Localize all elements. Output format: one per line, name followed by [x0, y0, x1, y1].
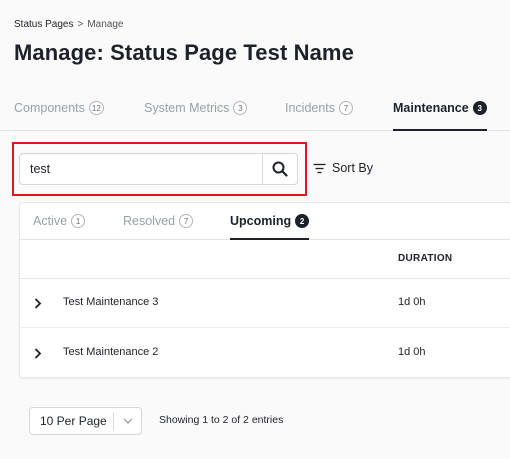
breadcrumb-separator: > — [77, 19, 84, 30]
tab-label: Components — [14, 101, 85, 115]
maintenance-duration: 1d 0h — [398, 346, 426, 358]
tab-label: Upcoming — [230, 214, 292, 228]
search-button[interactable] — [262, 154, 297, 184]
chevron-right-icon[interactable] — [32, 297, 44, 309]
per-page-value: 10 Per Page — [40, 414, 107, 428]
maintenance-card: Active 1 Resolved 7 Upcoming 2 DURATION … — [19, 202, 510, 378]
table-header: DURATION — [20, 240, 510, 279]
sort-lines-icon — [313, 163, 326, 173]
sort-by-label: Sort By — [332, 161, 373, 175]
count-badge: 3 — [472, 101, 487, 115]
tab-incidents[interactable]: Incidents 7 — [285, 100, 354, 130]
table-row[interactable]: Test Maintenance 2 1d 0h — [20, 328, 510, 378]
maintenance-name: Test Maintenance 2 — [63, 346, 159, 358]
tab-components[interactable]: Components 12 — [14, 100, 104, 130]
count-badge: 3 — [233, 101, 248, 115]
chevron-right-icon[interactable] — [32, 347, 44, 359]
count-badge: 7 — [339, 101, 354, 115]
breadcrumb: Status Pages > Manage — [14, 19, 123, 30]
maintenance-name: Test Maintenance 3 — [63, 296, 159, 308]
count-badge: 7 — [179, 214, 194, 228]
pagination-summary: Showing 1 to 2 of 2 entries — [159, 414, 284, 426]
table-row[interactable]: Test Maintenance 3 1d 0h — [20, 278, 510, 328]
maintenance-duration: 1d 0h — [398, 296, 426, 308]
column-header-duration: DURATION — [398, 253, 453, 264]
per-page-select[interactable]: 10 Per Page — [29, 407, 142, 435]
tab-maintenance[interactable]: Maintenance 3 — [393, 100, 487, 131]
breadcrumb-current: Manage — [87, 19, 124, 30]
sort-by-button[interactable]: Sort By — [313, 161, 373, 175]
search-box — [19, 153, 298, 185]
chevron-down-icon[interactable] — [114, 418, 141, 424]
count-badge: 1 — [71, 214, 86, 228]
search-icon — [272, 161, 288, 177]
status-tabs: Active 1 Resolved 7 Upcoming 2 — [20, 203, 510, 240]
breadcrumb-status-pages-link[interactable]: Status Pages — [14, 19, 73, 30]
tab-label: System Metrics — [144, 101, 230, 115]
count-badge: 2 — [295, 214, 310, 228]
tab-label: Incidents — [285, 101, 336, 115]
tab-system-metrics[interactable]: System Metrics 3 — [144, 100, 248, 130]
page-title: Manage: Status Page Test Name — [14, 40, 354, 65]
tab-label: Active — [33, 214, 68, 228]
tab-label: Resolved — [123, 214, 176, 228]
count-badge: 12 — [88, 101, 104, 115]
main-tabs: Components 12 System Metrics 3 Incidents… — [0, 100, 510, 131]
search-input[interactable] — [20, 154, 262, 184]
tab-label: Maintenance — [393, 101, 469, 115]
